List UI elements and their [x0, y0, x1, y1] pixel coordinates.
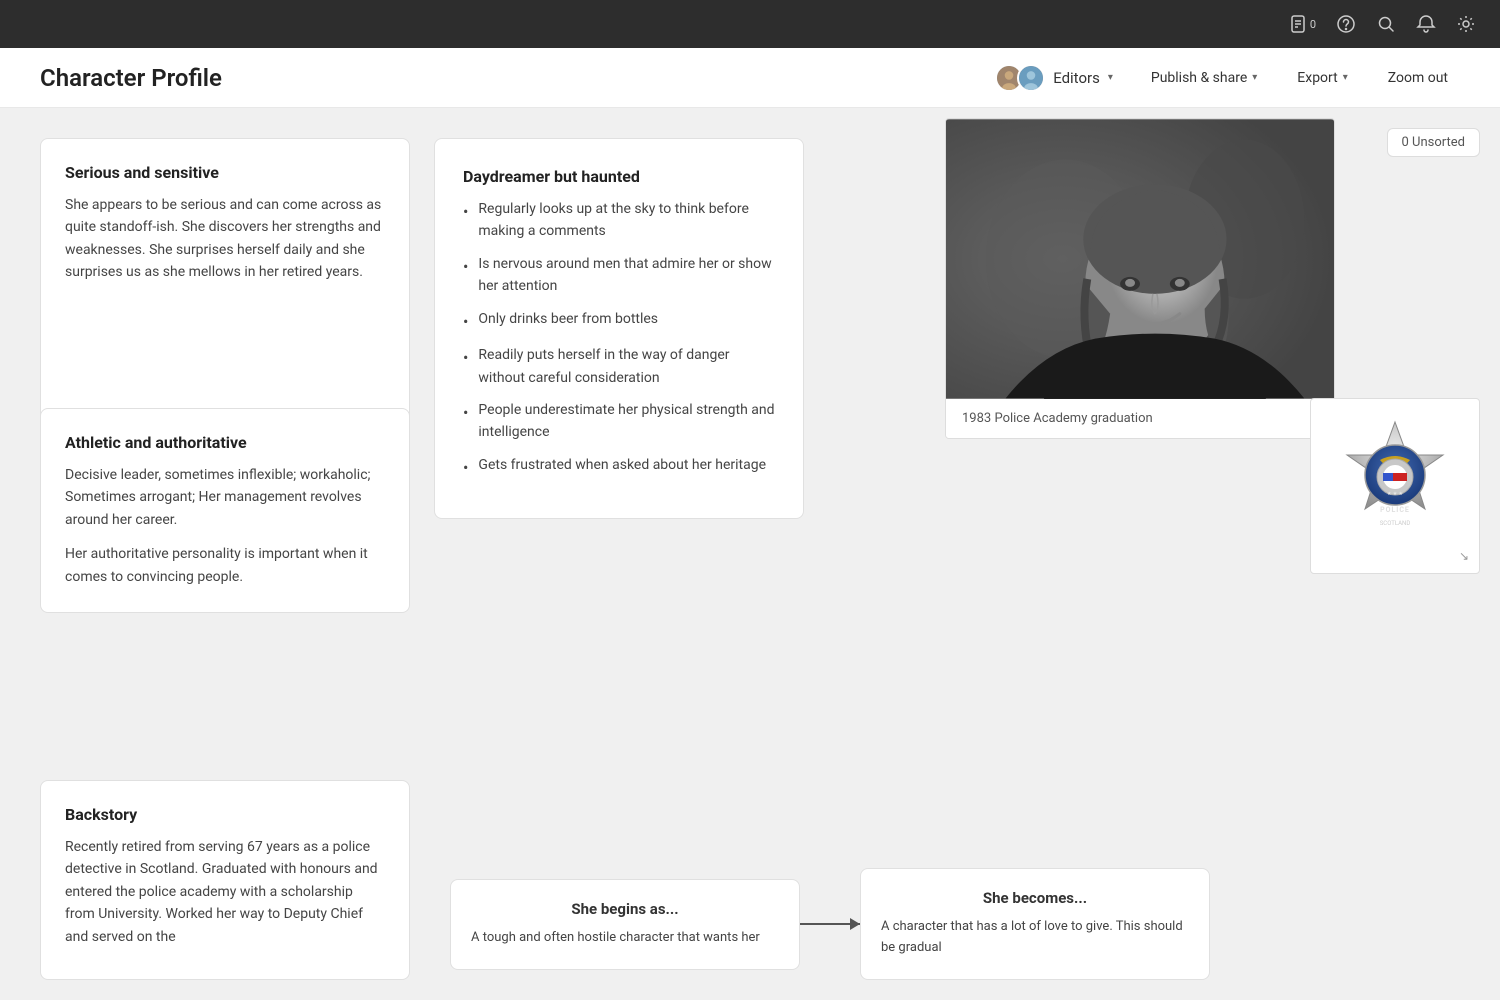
photo-caption: 1983 Police Academy graduation: [946, 399, 1334, 438]
help-icon[interactable]: [1336, 14, 1356, 34]
svg-text:SCOTLAND: SCOTLAND: [1380, 520, 1411, 527]
arrow-line: [800, 923, 860, 925]
card-daydreamer: Daydreamer but haunted Regularly looks u…: [434, 138, 804, 519]
card-serious-title: Serious and sensitive: [65, 163, 385, 182]
photo-card: 1983 Police Academy graduation: [945, 118, 1335, 439]
backstory-title: Backstory: [65, 805, 385, 824]
photo-area: 1983 Police Academy graduation: [945, 118, 1335, 439]
photo-svg: [946, 119, 1334, 399]
editors-label: Editors: [1053, 69, 1100, 87]
header: Character Profile: [0, 48, 1500, 108]
unsorted-badge[interactable]: 0 Unsorted: [1387, 128, 1480, 157]
unsorted-label: 0 Unsorted: [1402, 135, 1465, 150]
arc-begins-text: A tough and often hostile character that…: [471, 928, 779, 949]
svg-text:★ ★ ★: ★ ★ ★: [1387, 491, 1403, 497]
zoom-button[interactable]: Zoom out: [1376, 64, 1460, 92]
photo-image: [946, 119, 1334, 399]
bullet-item: Readily puts herself in the way of dange…: [463, 344, 775, 389]
arc-begins-title: She begins as...: [471, 900, 779, 918]
backstory-wrapper: Backstory Recently retired from serving …: [40, 780, 410, 980]
card-athletic: Athletic and authoritative Decisive lead…: [40, 408, 410, 613]
publish-button[interactable]: Publish & share ▾: [1139, 64, 1269, 92]
publish-label: Publish & share: [1151, 70, 1247, 86]
bell-icon[interactable]: [1416, 14, 1436, 34]
top-bar: 0: [0, 0, 1500, 48]
bullet-item: People underestimate her physical streng…: [463, 399, 775, 444]
card-backstory: Backstory Recently retired from serving …: [40, 780, 410, 980]
publish-chevron: ▾: [1252, 72, 1257, 83]
card-daydreamer-title: Daydreamer but haunted: [463, 167, 775, 186]
svg-text:POLICE: POLICE: [1380, 506, 1410, 514]
arc-arrow: [800, 923, 860, 925]
card-athletic-wrapper: Athletic and authoritative Decisive lead…: [40, 408, 410, 613]
page-title: Character Profile: [40, 64, 222, 92]
card-athletic-text2: Her authoritative personality is importa…: [65, 543, 385, 588]
avatar-group: [995, 64, 1045, 92]
arc-becomes-card: She becomes... A character that has a lo…: [860, 868, 1210, 980]
arc-begins-card: She begins as... A tough and often hosti…: [450, 879, 800, 970]
resize-handle[interactable]: ↘: [1319, 547, 1471, 565]
card-athletic-text1: Decisive leader, sometimes inflexible; w…: [65, 464, 385, 531]
arc-becomes-title: She becomes...: [881, 889, 1189, 907]
document-count: 0: [1310, 18, 1316, 31]
bullet-item: Regularly looks up at the sky to think b…: [463, 198, 775, 243]
avatar-2: [1017, 64, 1045, 92]
police-badge-svg: ★ ★ ★ POLICE SCOTLAND: [1335, 417, 1455, 537]
editors-button[interactable]: Editors ▾: [985, 58, 1123, 98]
arc-container: She begins as... A tough and often hosti…: [450, 868, 1210, 980]
settings-icon[interactable]: [1456, 14, 1476, 34]
card-athletic-title: Athletic and authoritative: [65, 433, 385, 452]
badge-image: ★ ★ ★ POLICE SCOTLAND: [1319, 407, 1471, 547]
bullet-item: Is nervous around men that admire her or…: [463, 253, 775, 298]
daydreamer-bullets: Regularly looks up at the sky to think b…: [463, 198, 775, 480]
bullet-item: Only drinks beer from bottles: [463, 308, 775, 335]
main-area: 0 Unsorted Serious and sensitive She app…: [0, 108, 1500, 1000]
export-button[interactable]: Export ▾: [1285, 64, 1359, 92]
header-actions: Editors ▾ Publish & share ▾ Export ▾ Zoo…: [985, 58, 1460, 98]
editors-chevron: ▾: [1108, 72, 1113, 83]
zoom-label: Zoom out: [1388, 70, 1448, 86]
card-serious-text: She appears to be serious and can come a…: [65, 194, 385, 284]
export-chevron: ▾: [1343, 72, 1348, 83]
document-icon[interactable]: 0: [1288, 14, 1316, 34]
arc-becomes-text: A character that has a lot of love to gi…: [881, 917, 1189, 959]
badge-card: ★ ★ ★ POLICE SCOTLAND ↘: [1310, 398, 1480, 574]
resize-icon: ↘: [1459, 549, 1469, 563]
search-icon[interactable]: [1376, 14, 1396, 34]
bullet-item: Gets frustrated when asked about her her…: [463, 454, 775, 481]
backstory-text: Recently retired from serving 67 years a…: [65, 836, 385, 948]
export-label: Export: [1297, 70, 1337, 86]
